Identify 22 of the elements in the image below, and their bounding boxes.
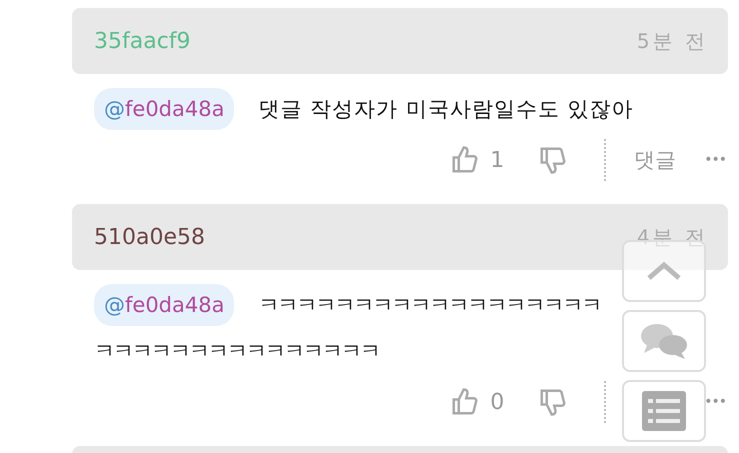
comment-text: 댓글 작성자가 미국사람일수도 있잖아 <box>258 96 634 123</box>
chevron-up-icon <box>646 261 682 281</box>
mention-tag[interactable]: @fe0da48a <box>94 284 234 326</box>
list-button[interactable] <box>622 380 706 442</box>
more-button[interactable]: ••• <box>704 394 726 410</box>
comment-time: 5분 전 <box>636 28 708 54</box>
more-button[interactable]: ••• <box>704 152 726 168</box>
author-name[interactable]: 510a0e58 <box>94 224 205 250</box>
reply-link[interactable]: 댓글 <box>634 148 676 172</box>
like-count: 1 <box>490 148 504 172</box>
comment-text: ㅋㅋㅋㅋㅋㅋㅋㅋㅋㅋㅋㅋㅋㅋㅋㅋㅋㅋ <box>258 292 600 319</box>
comment-text: ㅋㅋㅋㅋㅋㅋㅋㅋㅋㅋㅋㅋㅋㅋㅋ <box>94 338 379 365</box>
thumbs-down-icon <box>538 387 568 417</box>
like-count: 0 <box>490 390 504 414</box>
mention-tag[interactable]: @fe0da48a <box>94 88 234 130</box>
thumbs-up-icon <box>450 145 480 175</box>
thumbs-up-icon <box>450 387 480 417</box>
chat-bubbles-icon <box>639 321 689 361</box>
list-icon <box>642 391 686 431</box>
author-name[interactable]: 35faacf9 <box>94 28 191 54</box>
comments-button[interactable] <box>622 310 706 372</box>
thumbs-down-icon <box>538 145 568 175</box>
